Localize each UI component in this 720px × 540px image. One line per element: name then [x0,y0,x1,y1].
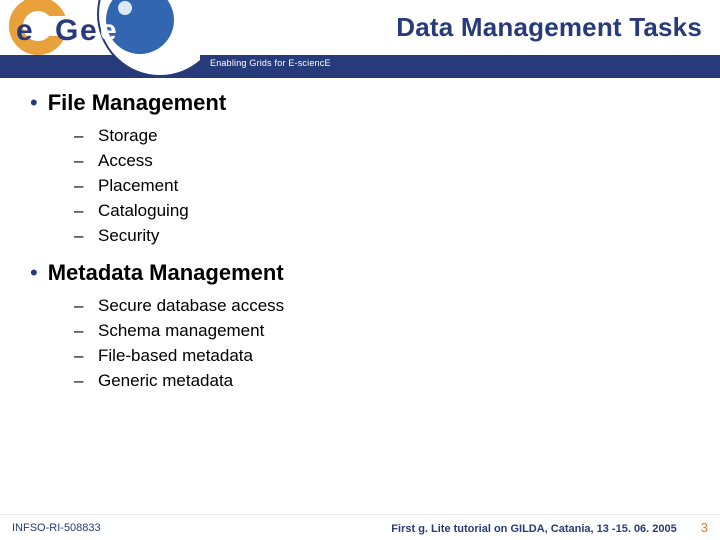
list-item: –Storage [74,126,700,146]
svg-text:e: e [80,14,97,47]
list-item: –Secure database access [74,296,700,316]
bullet-icon: • [30,92,38,114]
page-number: 3 [701,520,708,535]
svg-text:e: e [16,14,33,47]
list-item: –Security [74,226,700,246]
tagline: Enabling Grids for E-sciencE [210,58,331,68]
section-title: File Management [48,90,226,116]
section-metadata-management: • Metadata Management –Secure database a… [30,260,700,391]
svg-text:e: e [100,14,117,47]
section-title: Metadata Management [48,260,284,286]
list-item: –Access [74,151,700,171]
list-item: –Placement [74,176,700,196]
svg-text:G: G [55,14,78,47]
footer-center: First g. Lite tutorial on GILDA, Catania… [391,523,676,535]
list-item: –Cataloguing [74,201,700,221]
footer-left: INFSO-RI-508833 [12,522,101,534]
slide-title: Data Management Tasks [396,12,702,43]
list-item: –File-based metadata [74,346,700,366]
list-item: –Generic metadata [74,371,700,391]
egee-logo: e G e e [0,0,200,78]
footer: INFSO-RI-508833 First g. Lite tutorial o… [0,514,720,540]
list-item: –Schema management [74,321,700,341]
bullet-icon: • [30,262,38,284]
section-file-management: • File Management –Storage –Access –Plac… [30,90,700,246]
